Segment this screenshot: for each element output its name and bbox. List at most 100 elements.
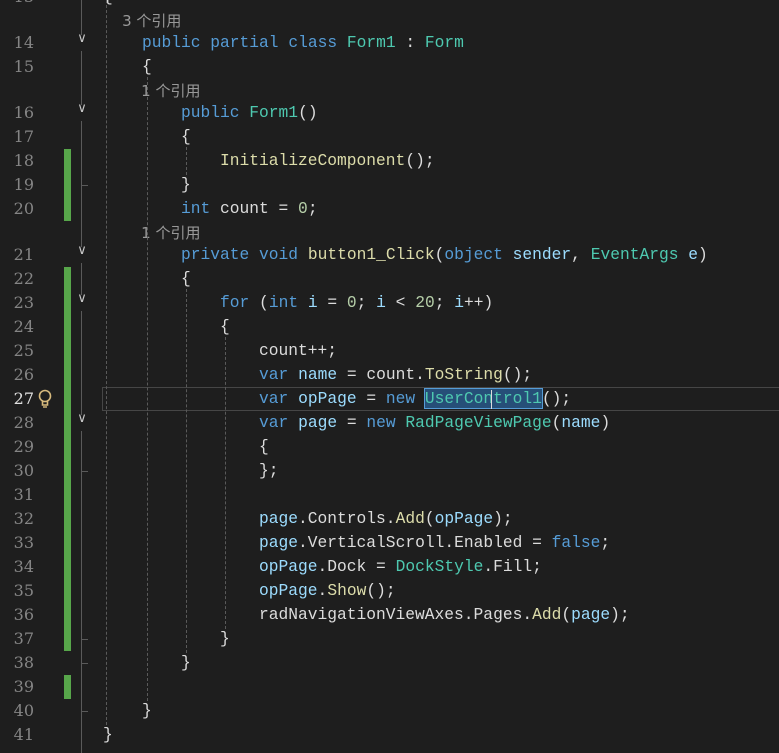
reference-count-link[interactable]: 3 个引用: [103, 12, 181, 30]
code-line[interactable]: 21 private void button1_Click(object sen…: [0, 243, 779, 267]
codelens-references[interactable]: 1 个引用: [0, 79, 779, 103]
code-token: opPage: [259, 557, 318, 576]
code-line[interactable]: 20 int count = 0;: [0, 197, 779, 221]
code-text[interactable]: public Form1(): [103, 101, 318, 125]
code-line[interactable]: 27 var opPage = new UserControl1();: [0, 387, 779, 411]
code-token: class: [288, 33, 338, 52]
code-token: <: [385, 293, 416, 312]
code-text[interactable]: var name = count.ToString();: [103, 363, 532, 387]
code-token: i: [376, 293, 386, 312]
code-line[interactable]: 39: [0, 675, 779, 699]
code-line[interactable]: 14 public partial class Form1 : Form: [0, 31, 779, 55]
reference-count-link[interactable]: 1 个引用: [103, 224, 200, 242]
code-line[interactable]: 16 public Form1(): [0, 101, 779, 125]
code-token: DockStyle: [395, 557, 484, 576]
codelens-references[interactable]: 3 个引用: [0, 9, 779, 33]
code-token: .Fill;: [483, 557, 542, 576]
code-text[interactable]: public partial class Form1 : Form: [103, 31, 464, 55]
code-line[interactable]: 32 page.Controls.Add(opPage);: [0, 507, 779, 531]
code-line[interactable]: 25 count++;: [0, 339, 779, 363]
code-text[interactable]: };: [103, 459, 279, 483]
code-text[interactable]: private void button1_Click(object sender…: [103, 243, 708, 267]
code-token: ();: [541, 389, 572, 408]
code-token: );: [610, 605, 630, 624]
code-line[interactable]: 17 {: [0, 125, 779, 149]
code-text[interactable]: }: [103, 699, 152, 723]
lightbulb-icon[interactable]: [37, 389, 53, 409]
code-text[interactable]: int count = 0;: [103, 197, 318, 221]
code-token: {: [103, 0, 113, 6]
code-line[interactable]: 13 {: [0, 0, 779, 9]
line-number: 41: [13, 725, 34, 744]
code-token: ();: [366, 581, 396, 600]
code-token: }: [103, 701, 152, 720]
line-number: 39: [13, 677, 34, 696]
code-text[interactable]: count++;: [103, 339, 337, 363]
code-token: new: [385, 389, 416, 408]
code-text[interactable]: radNavigationViewAxes.Pages.Add(page);: [103, 603, 630, 627]
code-line[interactable]: 30 };: [0, 459, 779, 483]
code-text[interactable]: var page = new RadPageViewPage(name): [103, 411, 610, 435]
code-text[interactable]: }: [103, 627, 230, 651]
indent-guide: [147, 77, 148, 701]
code-line[interactable]: 15 {: [0, 55, 779, 79]
code-text[interactable]: {: [103, 55, 152, 79]
codelens-references[interactable]: 1 个引用: [0, 221, 779, 245]
code-token: page: [259, 509, 299, 528]
code-text[interactable]: page.VerticalScroll.Enabled = false;: [103, 531, 610, 555]
code-line[interactable]: 41}: [0, 723, 779, 747]
code-token: ): [600, 413, 611, 432]
code-token: ): [697, 245, 708, 264]
code-token: var: [259, 389, 289, 408]
code-line[interactable]: 37 }: [0, 627, 779, 651]
code-token: (): [298, 103, 318, 122]
code-token: }: [103, 629, 230, 648]
code-token: =: [317, 293, 347, 312]
code-line[interactable]: 22 {: [0, 267, 779, 291]
code-line[interactable]: 24 {: [0, 315, 779, 339]
code-token: count++;: [103, 341, 338, 360]
code-line[interactable]: 26 var name = count.ToString();: [0, 363, 779, 387]
code-token: page: [259, 533, 299, 552]
code-text[interactable]: opPage.Dock = DockStyle.Fill;: [103, 555, 542, 579]
code-text[interactable]: for (int i = 0; i < 20; i++): [103, 291, 493, 315]
reference-count-link[interactable]: 1 个引用: [103, 82, 200, 100]
code-token: page: [571, 605, 611, 624]
code-line[interactable]: 35 opPage.Show();: [0, 579, 779, 603]
code-text[interactable]: {: [103, 315, 230, 339]
code-text[interactable]: }: [103, 723, 113, 747]
indent-guide: [225, 337, 226, 629]
code-line[interactable]: 18 InitializeComponent();: [0, 149, 779, 173]
code-text[interactable]: var opPage = new UserControl1();: [103, 387, 571, 411]
line-number: 21: [13, 245, 34, 264]
code-token: =: [356, 389, 386, 408]
code-line[interactable]: 23 for (int i = 0; i < 20; i++): [0, 291, 779, 315]
code-text[interactable]: InitializeComponent();: [103, 149, 435, 173]
code-line[interactable]: 33 page.VerticalScroll.Enabled = false;: [0, 531, 779, 555]
code-token: public: [181, 103, 240, 122]
code-line[interactable]: 38 }: [0, 651, 779, 675]
code-line[interactable]: 31: [0, 483, 779, 507]
code-token: 20: [415, 293, 435, 312]
code-line[interactable]: 29 {: [0, 435, 779, 459]
code-text[interactable]: {: [103, 0, 113, 9]
line-number: 18: [13, 151, 34, 170]
code-line[interactable]: 19 }: [0, 173, 779, 197]
code-line[interactable]: 28 var page = new RadPageViewPage(name): [0, 411, 779, 435]
code-editor[interactable]: ∨∨∨∨∨ 13{ 3 个引用14 public partial class F…: [0, 0, 779, 753]
code-text[interactable]: page.Controls.Add(opPage);: [103, 507, 513, 531]
code-line[interactable]: 34 opPage.Dock = DockStyle.Fill;: [0, 555, 779, 579]
code-line[interactable]: 36 radNavigationViewAxes.Pages.Add(page)…: [0, 603, 779, 627]
code-token: i: [454, 293, 464, 312]
code-token: Show: [327, 581, 367, 600]
code-line[interactable]: 40 }: [0, 699, 779, 723]
